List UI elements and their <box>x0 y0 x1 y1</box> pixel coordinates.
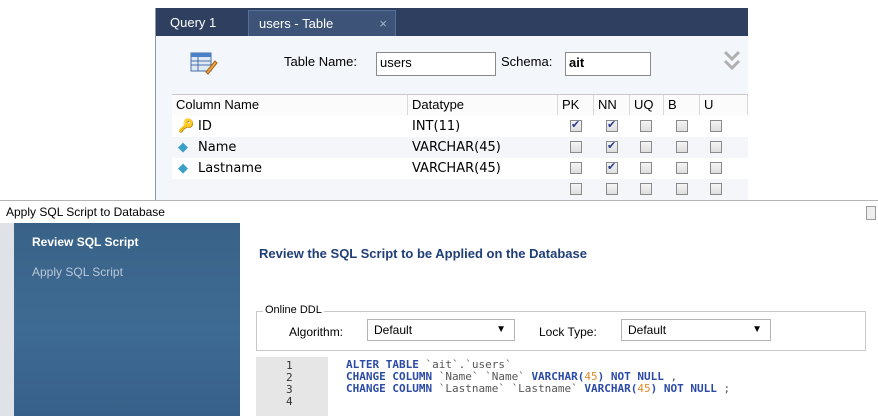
table-row[interactable] <box>172 179 748 200</box>
nn-checkbox[interactable] <box>606 160 618 174</box>
algorithm-value: Default <box>374 323 413 337</box>
table-panel: Table Name: users Schema: ait Column Nam… <box>156 36 748 205</box>
b-checkbox[interactable] <box>676 183 688 195</box>
header-u[interactable]: U <box>700 95 748 115</box>
table-name-input[interactable]: users <box>376 52 496 76</box>
tab-label: users - Table <box>259 16 334 31</box>
header-pk[interactable]: PK <box>558 95 594 115</box>
algorithm-label: Algorithm: <box>289 325 344 339</box>
nn-checkbox[interactable] <box>606 118 618 132</box>
table-edit-icon <box>190 52 218 75</box>
key-icon: 🔑 <box>178 119 195 134</box>
lock-type-value: Default <box>628 323 667 337</box>
header-uq[interactable]: UQ <box>630 95 664 115</box>
dialog-title-text: Apply SQL Script to Database <box>6 205 165 219</box>
header-column-name[interactable]: Column Name <box>172 95 408 115</box>
uq-checkbox[interactable] <box>640 120 652 132</box>
b-checkbox[interactable] <box>676 141 688 153</box>
wizard-sidebar: Review SQL Script Apply SQL Script <box>14 223 240 416</box>
pk-checkbox[interactable] <box>570 141 582 153</box>
step-apply-sql-script: Apply SQL Script <box>32 265 123 279</box>
header-nn[interactable]: NN <box>594 95 630 115</box>
pk-checkbox[interactable] <box>570 183 582 195</box>
tab-query-1[interactable]: Query 1 <box>160 10 256 36</box>
diamond-icon: ◆ <box>178 161 188 176</box>
column-datatype: VARCHAR(45) <box>412 140 501 155</box>
lock-type-select[interactable]: Default ▼ <box>621 319 771 341</box>
u-checkbox[interactable] <box>710 183 722 195</box>
dialog-title: Apply SQL Script to Database <box>0 201 878 223</box>
schema-input[interactable]: ait <box>565 52 651 76</box>
sql-line: CHANGE COLUMN `Lastname` `Lastname` VARC… <box>346 382 731 395</box>
schema-label: Schema: <box>501 54 553 69</box>
dropdown-arrow-icon: ▼ <box>752 324 762 335</box>
line-number: 4 <box>286 395 293 408</box>
dropdown-arrow-icon: ▼ <box>496 324 506 335</box>
pk-checkbox[interactable] <box>570 118 582 132</box>
u-checkbox[interactable] <box>710 141 722 153</box>
tab-users-table[interactable]: users - Table × <box>248 10 396 37</box>
b-checkbox[interactable] <box>676 162 688 174</box>
page-title: Review the SQL Script to be Applied on t… <box>259 246 587 261</box>
column-name: Lastname <box>198 161 262 176</box>
tab-bar: Query 1 users - Table × <box>156 8 748 37</box>
b-checkbox[interactable] <box>676 120 688 132</box>
uq-checkbox[interactable] <box>640 162 652 174</box>
window-button[interactable] <box>866 206 876 220</box>
chevron-down-icon[interactable] <box>722 50 742 72</box>
online-ddl-label: Online DDL <box>263 304 324 316</box>
header-datatype[interactable]: Datatype <box>408 95 558 115</box>
table-name-label: Table Name: <box>284 54 357 69</box>
close-icon[interactable]: × <box>379 11 387 37</box>
u-checkbox[interactable] <box>710 162 722 174</box>
online-ddl-group: Online DDL Algorithm: Default ▼ Lock Typ… <box>256 304 866 351</box>
column-datatype: INT(11) <box>412 119 461 134</box>
algorithm-select[interactable]: Default ▼ <box>367 319 515 341</box>
table-editor: Query 1 users - Table × Table Name: user… <box>155 8 748 205</box>
apply-sql-dialog: Apply SQL Script to Database Review SQL … <box>0 200 878 416</box>
sql-editor[interactable]: 1 2 3 4 ALTER TABLE `ait`.`users` CHANGE… <box>256 357 864 416</box>
table-row[interactable]: 🔑 ID INT(11) <box>172 116 748 137</box>
column-name: ID <box>198 119 212 134</box>
uq-checkbox[interactable] <box>640 141 652 153</box>
nn-checkbox[interactable] <box>606 183 618 195</box>
side-strip <box>0 223 15 416</box>
nn-checkbox[interactable] <box>606 139 618 153</box>
columns-grid: Column Name Datatype PK NN UQ B U 🔑 ID I… <box>172 94 748 205</box>
pk-checkbox[interactable] <box>570 162 582 174</box>
diamond-icon: ◆ <box>178 140 188 155</box>
column-name: Name <box>198 140 237 155</box>
step-review-sql-script: Review SQL Script <box>32 235 139 249</box>
table-row[interactable]: ◆ Lastname VARCHAR(45) <box>172 158 748 179</box>
tab-label: Query 1 <box>170 15 217 30</box>
table-row[interactable]: ◆ Name VARCHAR(45) <box>172 137 748 158</box>
uq-checkbox[interactable] <box>640 183 652 195</box>
u-checkbox[interactable] <box>710 120 722 132</box>
lock-type-label: Lock Type: <box>539 325 597 339</box>
column-datatype: VARCHAR(45) <box>412 161 501 176</box>
header-b[interactable]: B <box>664 95 700 115</box>
